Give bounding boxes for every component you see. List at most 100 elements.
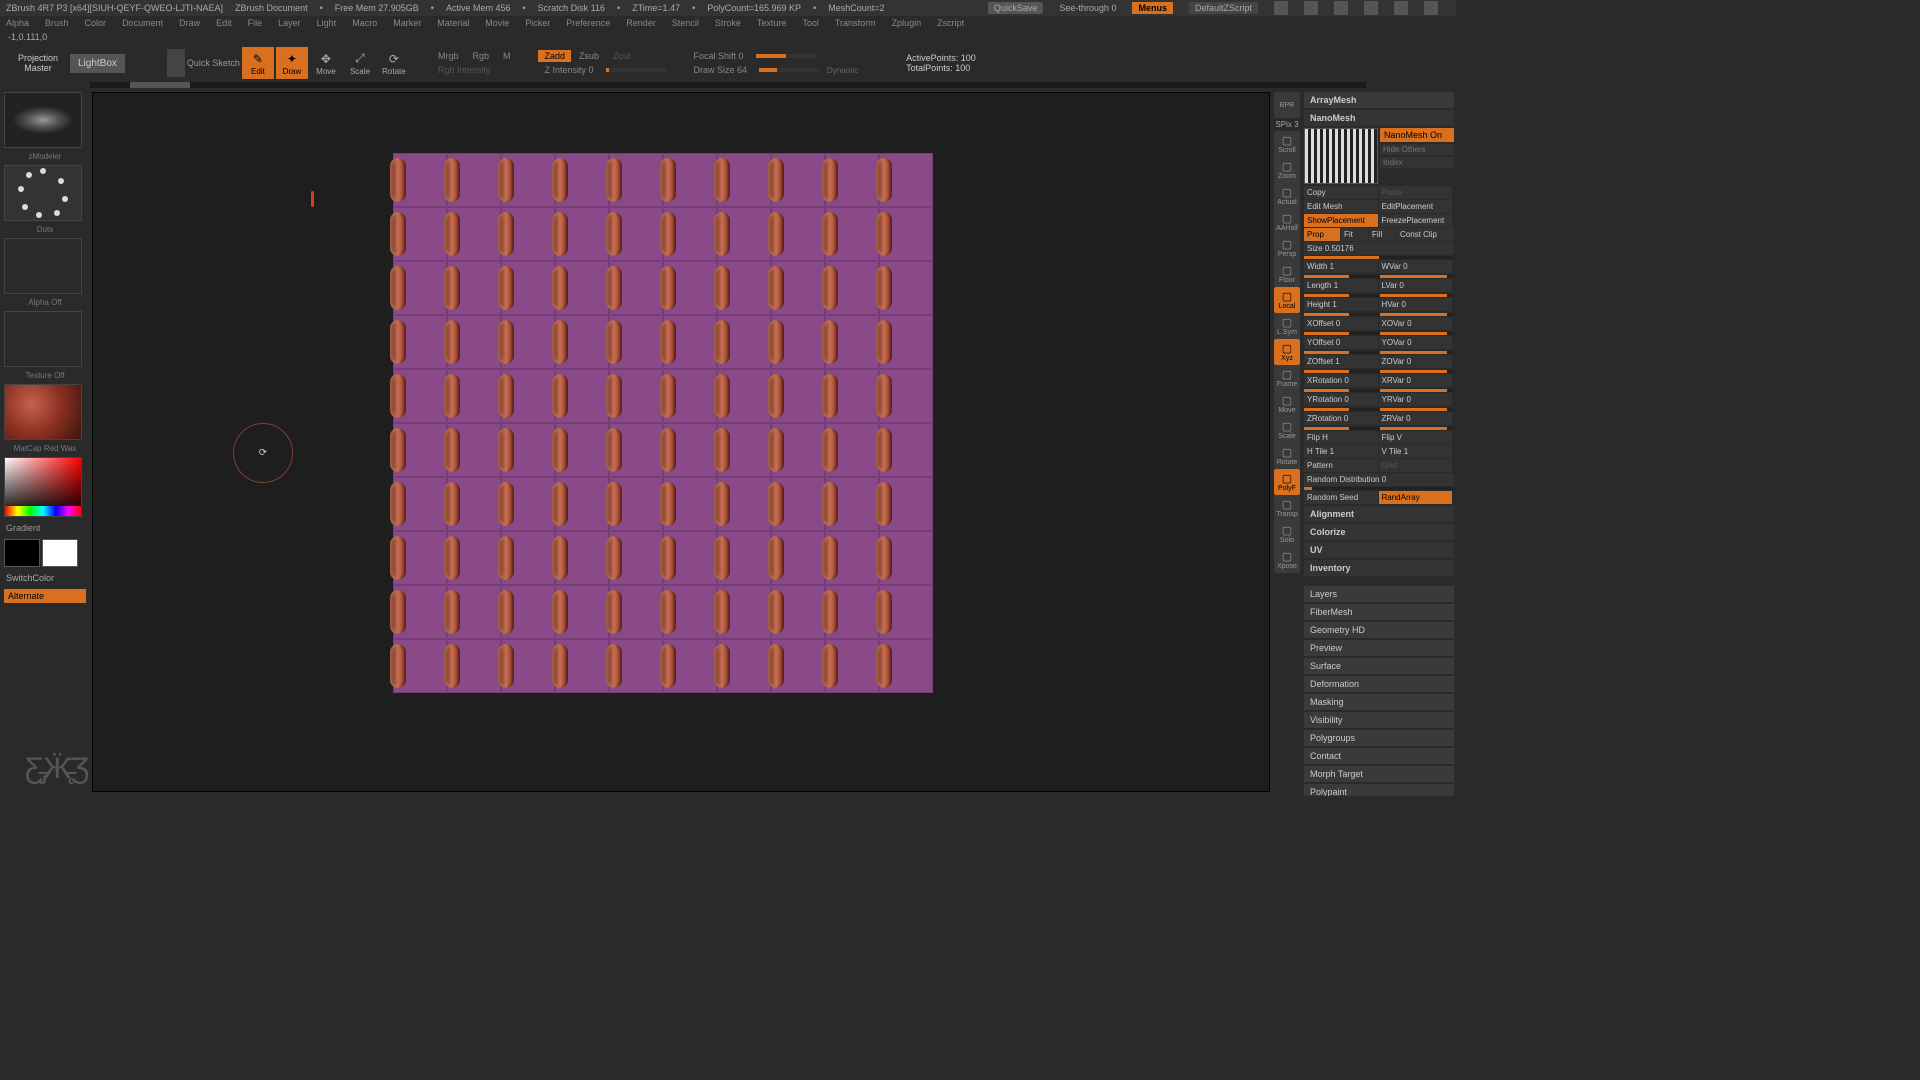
quicksketch-icon[interactable]	[167, 49, 185, 77]
minimize-icon[interactable]	[1364, 1, 1378, 15]
focalshift-slider[interactable]	[756, 54, 816, 58]
menu-render[interactable]: Render	[626, 18, 656, 28]
section-uv[interactable]: UV	[1304, 542, 1454, 558]
rotate-button[interactable]: ⟳Rotate	[378, 47, 410, 79]
editmesh-button[interactable]: Edit Mesh	[1304, 200, 1378, 213]
section-alignment[interactable]: Alignment	[1304, 506, 1454, 522]
menu-stroke[interactable]: Stroke	[715, 18, 741, 28]
horizontal-scrollbar[interactable]	[90, 82, 1366, 88]
menu-tool[interactable]: Tool	[802, 18, 819, 28]
scale-button[interactable]: ▢Scale	[1274, 417, 1300, 443]
frame-button[interactable]: ▢Frame	[1274, 365, 1300, 391]
maximize-icon[interactable]	[1394, 1, 1408, 15]
move-button[interactable]: ▢Move	[1274, 391, 1300, 417]
accordion-polypaint[interactable]: Polypaint	[1304, 784, 1454, 796]
actual-button[interactable]: ▢Actual	[1274, 183, 1300, 209]
accordion-layers[interactable]: Layers	[1304, 586, 1454, 602]
menu-alpha[interactable]: Alpha	[6, 18, 29, 28]
menu-macro[interactable]: Macro	[352, 18, 377, 28]
menu-brush[interactable]: Brush	[45, 18, 69, 28]
drawsize-slider[interactable]	[759, 68, 819, 72]
menu-light[interactable]: Light	[317, 18, 337, 28]
accordion-deformation[interactable]: Deformation	[1304, 676, 1454, 692]
window-icon[interactable]	[1304, 1, 1318, 15]
menu-zscript[interactable]: Zscript	[937, 18, 964, 28]
mrgb-button[interactable]: Mrgb	[432, 50, 465, 62]
zoom-button[interactable]: ▢Zoom	[1274, 157, 1300, 183]
color-swatch-white[interactable]	[42, 539, 78, 567]
rotate-button[interactable]: ▢Rotate	[1274, 443, 1300, 469]
accordion-morph-target[interactable]: Morph Target	[1304, 766, 1454, 782]
menu-material[interactable]: Material	[437, 18, 469, 28]
scroll-button[interactable]: ▢Scroll	[1274, 131, 1300, 157]
section-inventory[interactable]: Inventory	[1304, 560, 1454, 576]
menu-picker[interactable]: Picker	[525, 18, 550, 28]
accordion-polygroups[interactable]: Polygroups	[1304, 730, 1454, 746]
switchcolor-button[interactable]: SwitchColor	[4, 571, 86, 585]
nanomesh-thumb[interactable]	[1304, 128, 1378, 184]
zsub-button[interactable]: Zsub	[573, 50, 605, 62]
close-icon[interactable]	[1424, 1, 1438, 15]
window-icon[interactable]	[1274, 1, 1288, 15]
accordion-contact[interactable]: Contact	[1304, 748, 1454, 764]
material-preview[interactable]	[4, 384, 82, 440]
nanomesh-on-button[interactable]: NanoMesh On	[1380, 128, 1454, 142]
zcut-button[interactable]: Zcut	[607, 50, 637, 62]
menu-edit[interactable]: Edit	[216, 18, 232, 28]
accordion-masking[interactable]: Masking	[1304, 694, 1454, 710]
section-colorize[interactable]: Colorize	[1304, 524, 1454, 540]
menu-color[interactable]: Color	[85, 18, 107, 28]
zintensity-slider[interactable]	[606, 68, 666, 72]
color-picker[interactable]	[4, 457, 82, 517]
projection-master-button[interactable]: Projection Master	[8, 53, 68, 73]
bpr-button[interactable]: BPR	[1274, 92, 1300, 118]
xpose-button[interactable]: ▢Xpose	[1274, 547, 1300, 573]
menu-texture[interactable]: Texture	[757, 18, 787, 28]
texture-preview[interactable]	[4, 311, 82, 367]
alpha-preview[interactable]	[4, 238, 82, 294]
rgb-button[interactable]: Rgb	[466, 50, 495, 62]
accordion-geometry-hd[interactable]: Geometry HD	[1304, 622, 1454, 638]
aahalf-button[interactable]: ▢AAHalf	[1274, 209, 1300, 235]
menu-stencil[interactable]: Stencil	[672, 18, 699, 28]
edit-button[interactable]: ✎Edit	[242, 47, 274, 79]
randarray-button[interactable]: RandArray	[1379, 491, 1453, 504]
menu-marker[interactable]: Marker	[393, 18, 421, 28]
alternate-button[interactable]: Alternate	[4, 589, 86, 603]
brush-preview[interactable]	[4, 92, 82, 148]
window-icon[interactable]	[1334, 1, 1348, 15]
quicksave-button[interactable]: QuickSave	[988, 2, 1044, 14]
scale-button[interactable]: ⤢Scale	[344, 47, 376, 79]
local-button[interactable]: ▢Local	[1274, 287, 1300, 313]
move-button[interactable]: ✥Move	[310, 47, 342, 79]
copy-button[interactable]: Copy	[1304, 186, 1378, 199]
transp-button[interactable]: ▢Transp	[1274, 495, 1300, 521]
accordion-visibility[interactable]: Visibility	[1304, 712, 1454, 728]
menu-layer[interactable]: Layer	[278, 18, 301, 28]
persp-button[interactable]: ▢Persp	[1274, 235, 1300, 261]
zadd-button[interactable]: Zadd	[538, 50, 571, 62]
draw-button[interactable]: ✦Draw	[276, 47, 308, 79]
menu-file[interactable]: File	[248, 18, 263, 28]
showplacement-button[interactable]: ShowPlacement	[1304, 214, 1378, 227]
defaultscript-button[interactable]: DefaultZScript	[1189, 2, 1258, 14]
color-swatch-black[interactable]	[4, 539, 40, 567]
m-button[interactable]: M	[497, 50, 517, 62]
accordion-surface[interactable]: Surface	[1304, 658, 1454, 674]
menu-preference[interactable]: Preference	[566, 18, 610, 28]
menu-movie[interactable]: Movie	[485, 18, 509, 28]
floor-button[interactable]: ▢Floor	[1274, 261, 1300, 287]
menu-draw[interactable]: Draw	[179, 18, 200, 28]
menu-zplugin[interactable]: Zplugin	[892, 18, 922, 28]
polyf-button[interactable]: ▢PolyF	[1274, 469, 1300, 495]
menu-document[interactable]: Document	[122, 18, 163, 28]
l.sym-button[interactable]: ▢L.Sym	[1274, 313, 1300, 339]
menus-button[interactable]: Menus	[1132, 2, 1173, 14]
accordion-fibermesh[interactable]: FiberMesh	[1304, 604, 1454, 620]
accordion-preview[interactable]: Preview	[1304, 640, 1454, 656]
canvas[interactable]: ⟳	[92, 92, 1270, 792]
lightbox-button[interactable]: LightBox	[70, 54, 125, 73]
menu-transform[interactable]: Transform	[835, 18, 876, 28]
stroke-preview[interactable]	[4, 165, 82, 221]
solo-button[interactable]: ▢Solo	[1274, 521, 1300, 547]
